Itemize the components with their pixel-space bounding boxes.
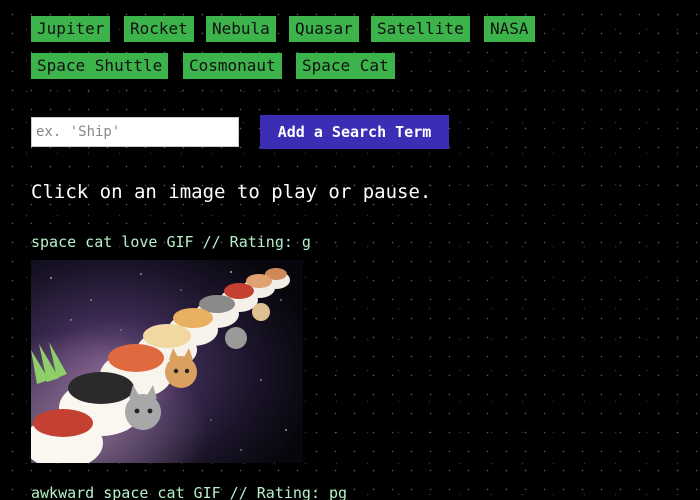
tag-button-nasa[interactable]: NASA <box>484 16 535 42</box>
gif-caption: awkward space cat GIF // Rating: pg <box>31 484 348 500</box>
search-input[interactable] <box>31 117 239 147</box>
tag-button-space-cat[interactable]: Space Cat <box>296 53 395 79</box>
tag-button-cosmonaut[interactable]: Cosmonaut <box>183 53 282 79</box>
gif-caption: space cat love GIF // Rating: g <box>31 233 311 251</box>
instructions-text: Click on an image to play or pause. <box>31 181 432 203</box>
add-search-term-button[interactable]: Add a Search Term <box>260 115 449 149</box>
tag-button-space-shuttle[interactable]: Space Shuttle <box>31 53 169 79</box>
tag-button-quasar[interactable]: Quasar <box>289 16 359 42</box>
gif-image[interactable] <box>31 260 303 463</box>
tag-button-rocket[interactable]: Rocket <box>124 16 194 42</box>
tag-button-nebula[interactable]: Nebula <box>206 16 276 42</box>
space-cat-sushi-image <box>31 260 303 463</box>
tag-button-satellite[interactable]: Satellite <box>371 16 470 42</box>
tag-button-jupiter[interactable]: Jupiter <box>31 16 111 42</box>
